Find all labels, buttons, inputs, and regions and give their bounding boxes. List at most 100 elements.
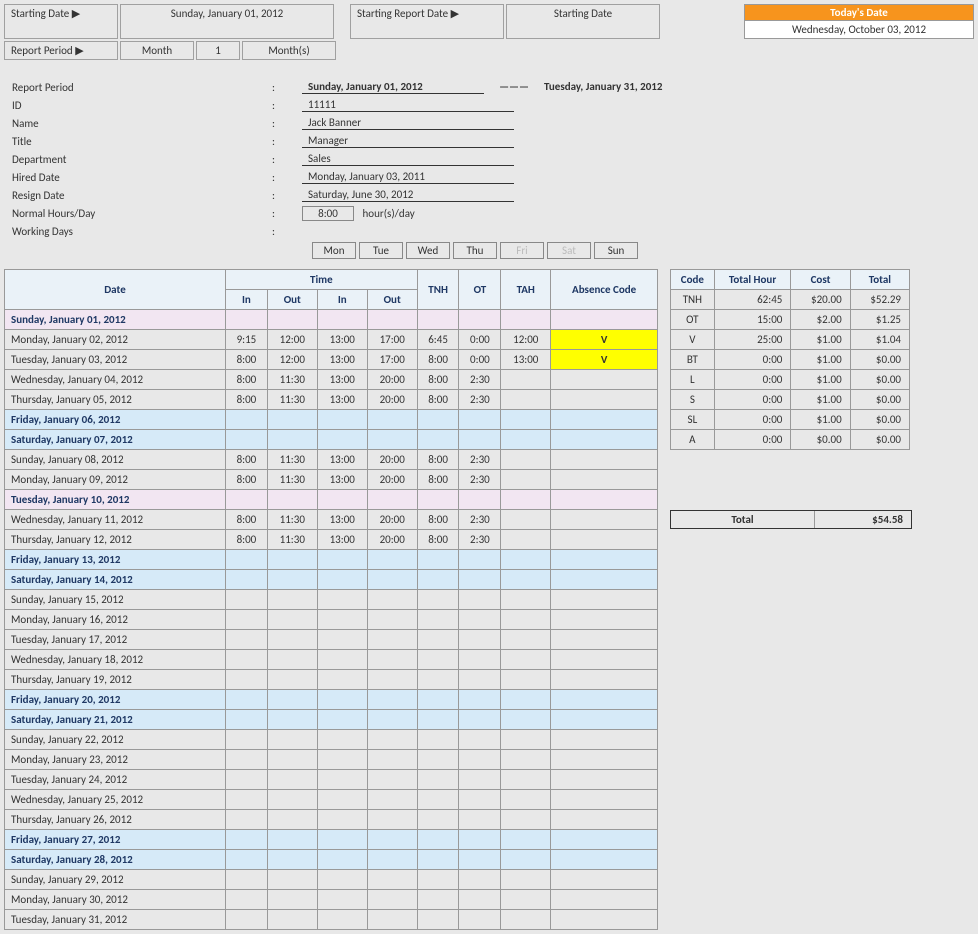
cell-out2[interactable] bbox=[367, 670, 417, 690]
cell-abs[interactable] bbox=[551, 390, 658, 410]
cell-date[interactable]: Friday, January 13, 2012 bbox=[5, 550, 226, 570]
cell-out2[interactable] bbox=[367, 710, 417, 730]
cell-tah[interactable] bbox=[501, 850, 551, 870]
timesheet-row[interactable]: Thursday, January 26, 2012 bbox=[5, 810, 658, 830]
cell-in2[interactable] bbox=[317, 810, 367, 830]
cell-ot[interactable] bbox=[459, 850, 501, 870]
cell-date[interactable]: Monday, January 16, 2012 bbox=[5, 610, 226, 630]
cell-tah[interactable] bbox=[501, 630, 551, 650]
cell-date[interactable]: Sunday, January 08, 2012 bbox=[5, 450, 226, 470]
cell-in1[interactable] bbox=[226, 790, 268, 810]
day-box-thu[interactable]: Thu bbox=[453, 242, 497, 259]
cell-ot[interactable]: 2:30 bbox=[459, 510, 501, 530]
cell-in1[interactable] bbox=[226, 710, 268, 730]
name-value[interactable]: Jack Banner bbox=[302, 116, 514, 130]
cell-abs[interactable] bbox=[551, 650, 658, 670]
timesheet-row[interactable]: Sunday, January 01, 2012 bbox=[5, 310, 658, 330]
cell-date[interactable]: Tuesday, January 31, 2012 bbox=[5, 910, 226, 930]
cell-tah[interactable] bbox=[501, 830, 551, 850]
cell-in1[interactable] bbox=[226, 830, 268, 850]
cell-out2[interactable] bbox=[367, 750, 417, 770]
cell-out1[interactable] bbox=[267, 730, 317, 750]
cell-tnh[interactable] bbox=[417, 850, 459, 870]
cell-tah[interactable] bbox=[501, 810, 551, 830]
cell-in1[interactable] bbox=[226, 410, 268, 430]
cell-out1[interactable] bbox=[267, 790, 317, 810]
cell-in1[interactable] bbox=[226, 890, 268, 910]
cell-abs[interactable] bbox=[551, 430, 658, 450]
cell-abs[interactable] bbox=[551, 910, 658, 930]
cell-out1[interactable] bbox=[267, 650, 317, 670]
cell-in1[interactable] bbox=[226, 750, 268, 770]
cell-date[interactable]: Monday, January 23, 2012 bbox=[5, 750, 226, 770]
cell-date[interactable]: Monday, January 30, 2012 bbox=[5, 890, 226, 910]
cell-out2[interactable] bbox=[367, 610, 417, 630]
cell-out1[interactable]: 11:30 bbox=[267, 370, 317, 390]
cell-in2[interactable]: 13:00 bbox=[317, 390, 367, 410]
cell-abs[interactable] bbox=[551, 890, 658, 910]
cell-in1[interactable] bbox=[226, 310, 268, 330]
timesheet-row[interactable]: Saturday, January 28, 2012 bbox=[5, 850, 658, 870]
cell-abs[interactable] bbox=[551, 510, 658, 530]
cell-out1[interactable] bbox=[267, 410, 317, 430]
cell-ot[interactable]: 2:30 bbox=[459, 450, 501, 470]
cell-abs[interactable] bbox=[551, 370, 658, 390]
cell-date[interactable]: Tuesday, January 17, 2012 bbox=[5, 630, 226, 650]
cell-out2[interactable] bbox=[367, 810, 417, 830]
cell-out2[interactable]: 20:00 bbox=[367, 470, 417, 490]
cell-tnh[interactable] bbox=[417, 570, 459, 590]
cell-in1[interactable] bbox=[226, 910, 268, 930]
cell-ot[interactable] bbox=[459, 630, 501, 650]
cell-abs[interactable] bbox=[551, 570, 658, 590]
cell-ot[interactable]: 0:00 bbox=[459, 350, 501, 370]
cell-in1[interactable]: 8:00 bbox=[226, 470, 268, 490]
cell-in2[interactable] bbox=[317, 770, 367, 790]
cell-date[interactable]: Wednesday, January 25, 2012 bbox=[5, 790, 226, 810]
cell-in2[interactable] bbox=[317, 630, 367, 650]
cell-tah[interactable] bbox=[501, 670, 551, 690]
day-box-fri[interactable]: Fri bbox=[500, 242, 544, 259]
cell-tnh[interactable] bbox=[417, 590, 459, 610]
cell-out1[interactable] bbox=[267, 850, 317, 870]
timesheet-row[interactable]: Tuesday, January 31, 2012 bbox=[5, 910, 658, 930]
cell-in2[interactable] bbox=[317, 890, 367, 910]
cell-tnh[interactable]: 8:00 bbox=[417, 530, 459, 550]
hired-value[interactable]: Monday, January 03, 2011 bbox=[302, 170, 514, 184]
cell-ot[interactable] bbox=[459, 590, 501, 610]
cell-abs[interactable] bbox=[551, 550, 658, 570]
timesheet-row[interactable]: Friday, January 20, 2012 bbox=[5, 690, 658, 710]
cell-ot[interactable]: 2:30 bbox=[459, 390, 501, 410]
cell-tah[interactable] bbox=[501, 310, 551, 330]
timesheet-row[interactable]: Tuesday, January 03, 20128:0012:0013:001… bbox=[5, 350, 658, 370]
cell-tnh[interactable] bbox=[417, 630, 459, 650]
cell-ot[interactable] bbox=[459, 610, 501, 630]
cell-out1[interactable]: 11:30 bbox=[267, 450, 317, 470]
cell-out1[interactable] bbox=[267, 910, 317, 930]
cell-out2[interactable] bbox=[367, 890, 417, 910]
cell-date[interactable]: Friday, January 20, 2012 bbox=[5, 690, 226, 710]
cell-in1[interactable] bbox=[226, 630, 268, 650]
cell-out1[interactable] bbox=[267, 630, 317, 650]
cell-in1[interactable] bbox=[226, 730, 268, 750]
cell-out2[interactable] bbox=[367, 310, 417, 330]
cell-date[interactable]: Saturday, January 28, 2012 bbox=[5, 850, 226, 870]
cell-date[interactable]: Sunday, January 15, 2012 bbox=[5, 590, 226, 610]
cell-tah[interactable] bbox=[501, 910, 551, 930]
cell-in1[interactable] bbox=[226, 650, 268, 670]
timesheet-row[interactable]: Friday, January 27, 2012 bbox=[5, 830, 658, 850]
cell-abs[interactable] bbox=[551, 610, 658, 630]
cell-tnh[interactable] bbox=[417, 870, 459, 890]
cell-out2[interactable] bbox=[367, 590, 417, 610]
cell-in2[interactable] bbox=[317, 610, 367, 630]
cell-abs[interactable] bbox=[551, 730, 658, 750]
cell-tah[interactable]: 13:00 bbox=[501, 350, 551, 370]
cell-abs[interactable] bbox=[551, 490, 658, 510]
cell-abs[interactable] bbox=[551, 530, 658, 550]
cell-abs[interactable] bbox=[551, 590, 658, 610]
cell-in2[interactable]: 13:00 bbox=[317, 450, 367, 470]
cell-ot[interactable] bbox=[459, 910, 501, 930]
cell-in1[interactable]: 8:00 bbox=[226, 370, 268, 390]
title-value[interactable]: Manager bbox=[302, 134, 514, 148]
timesheet-row[interactable]: Sunday, January 22, 2012 bbox=[5, 730, 658, 750]
cell-ot[interactable] bbox=[459, 890, 501, 910]
